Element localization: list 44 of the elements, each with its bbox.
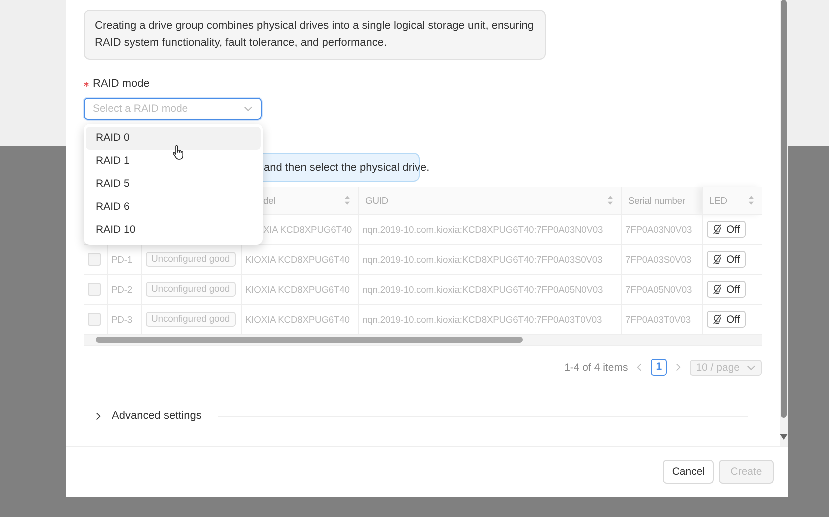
table-cell: KIOXIA KCD8XPUG6T40 (246, 284, 350, 295)
status-tag: Unconfigured good (146, 252, 236, 267)
bulb-off-icon (712, 284, 722, 295)
dropdown-option[interactable]: RAID 10 (86, 219, 261, 242)
hand-cursor-icon (172, 145, 185, 160)
chevron-down-icon (244, 106, 253, 112)
pagination-summary: 1-4 of 4 items (564, 362, 628, 374)
dropdown-option[interactable]: RAID 1 (86, 150, 261, 173)
table-cell: nqn.2019-10.com.kioxia:KCD8XPUG6T40:7FP0A03S0V03 (362, 254, 603, 265)
dropdown-option[interactable]: RAID 0 (86, 127, 261, 150)
previous-page-icon (637, 363, 642, 372)
table-cell: 7FP0A03N0V03 (626, 224, 692, 235)
description-text: Creating a drive group combines physical drives into a single logical storage unit, ensuring RAID system functionality, fault tolerance, and performance. (95, 20, 534, 49)
dropdown-option[interactable]: RAID 6 (86, 196, 261, 219)
scrollbar[interactable] (84, 335, 762, 346)
table-cell: KIOXIA KCD8XPUG6T40 (246, 254, 350, 265)
table-cell: nqn.2019-10.com.kioxia:KCD8XPUG6T40:7FP0A05N0V03 (362, 284, 604, 295)
table-cell: XIA KCD8XPUG6T40 (264, 224, 352, 235)
table-cell: PD-1 (112, 254, 132, 265)
scroll-down-arrow-icon[interactable] (780, 434, 788, 440)
bulb-off-icon (712, 314, 722, 325)
table-cell: nqn.2019-10.com.kioxia:KCD8XPUG6T40:7FP0A03N0V03 (362, 224, 604, 235)
chevron-down-icon (747, 364, 756, 370)
table-cell: 7FP0A03T0V03 (626, 314, 692, 325)
advanced-settings-toggle[interactable]: Advanced settings (112, 410, 202, 422)
sort-icon (606, 196, 614, 205)
table-cell: KIOXIA KCD8XPUG6T40 (246, 314, 350, 325)
table-cell: nqn.2019-10.com.kioxia:KCD8XPUG6T40:7FP0A03T0V03 (362, 314, 602, 325)
status-tag: Unconfigured good (146, 282, 236, 297)
field-label: RAID mode (93, 78, 150, 90)
bulb-off-icon (712, 224, 722, 235)
sort-icon (748, 196, 755, 205)
table-cell: 7FP0A05N0V03 (626, 284, 692, 295)
table-cell: PD-3 (112, 314, 132, 325)
bulb-off-icon (712, 254, 722, 265)
table-cell: PD-2 (112, 284, 132, 295)
sort-icon (344, 196, 350, 205)
status-tag: Unconfigured good (146, 312, 236, 327)
alert-text: and then select the physical drive. (264, 162, 430, 174)
dropdown-option[interactable]: RAID 5 (86, 173, 261, 196)
cancel-button[interactable]: Cancel (663, 460, 714, 484)
table-cell: 7FP0A03S0V03 (626, 254, 692, 265)
next-page-icon (676, 363, 682, 372)
scrollbar[interactable] (780, 0, 788, 446)
